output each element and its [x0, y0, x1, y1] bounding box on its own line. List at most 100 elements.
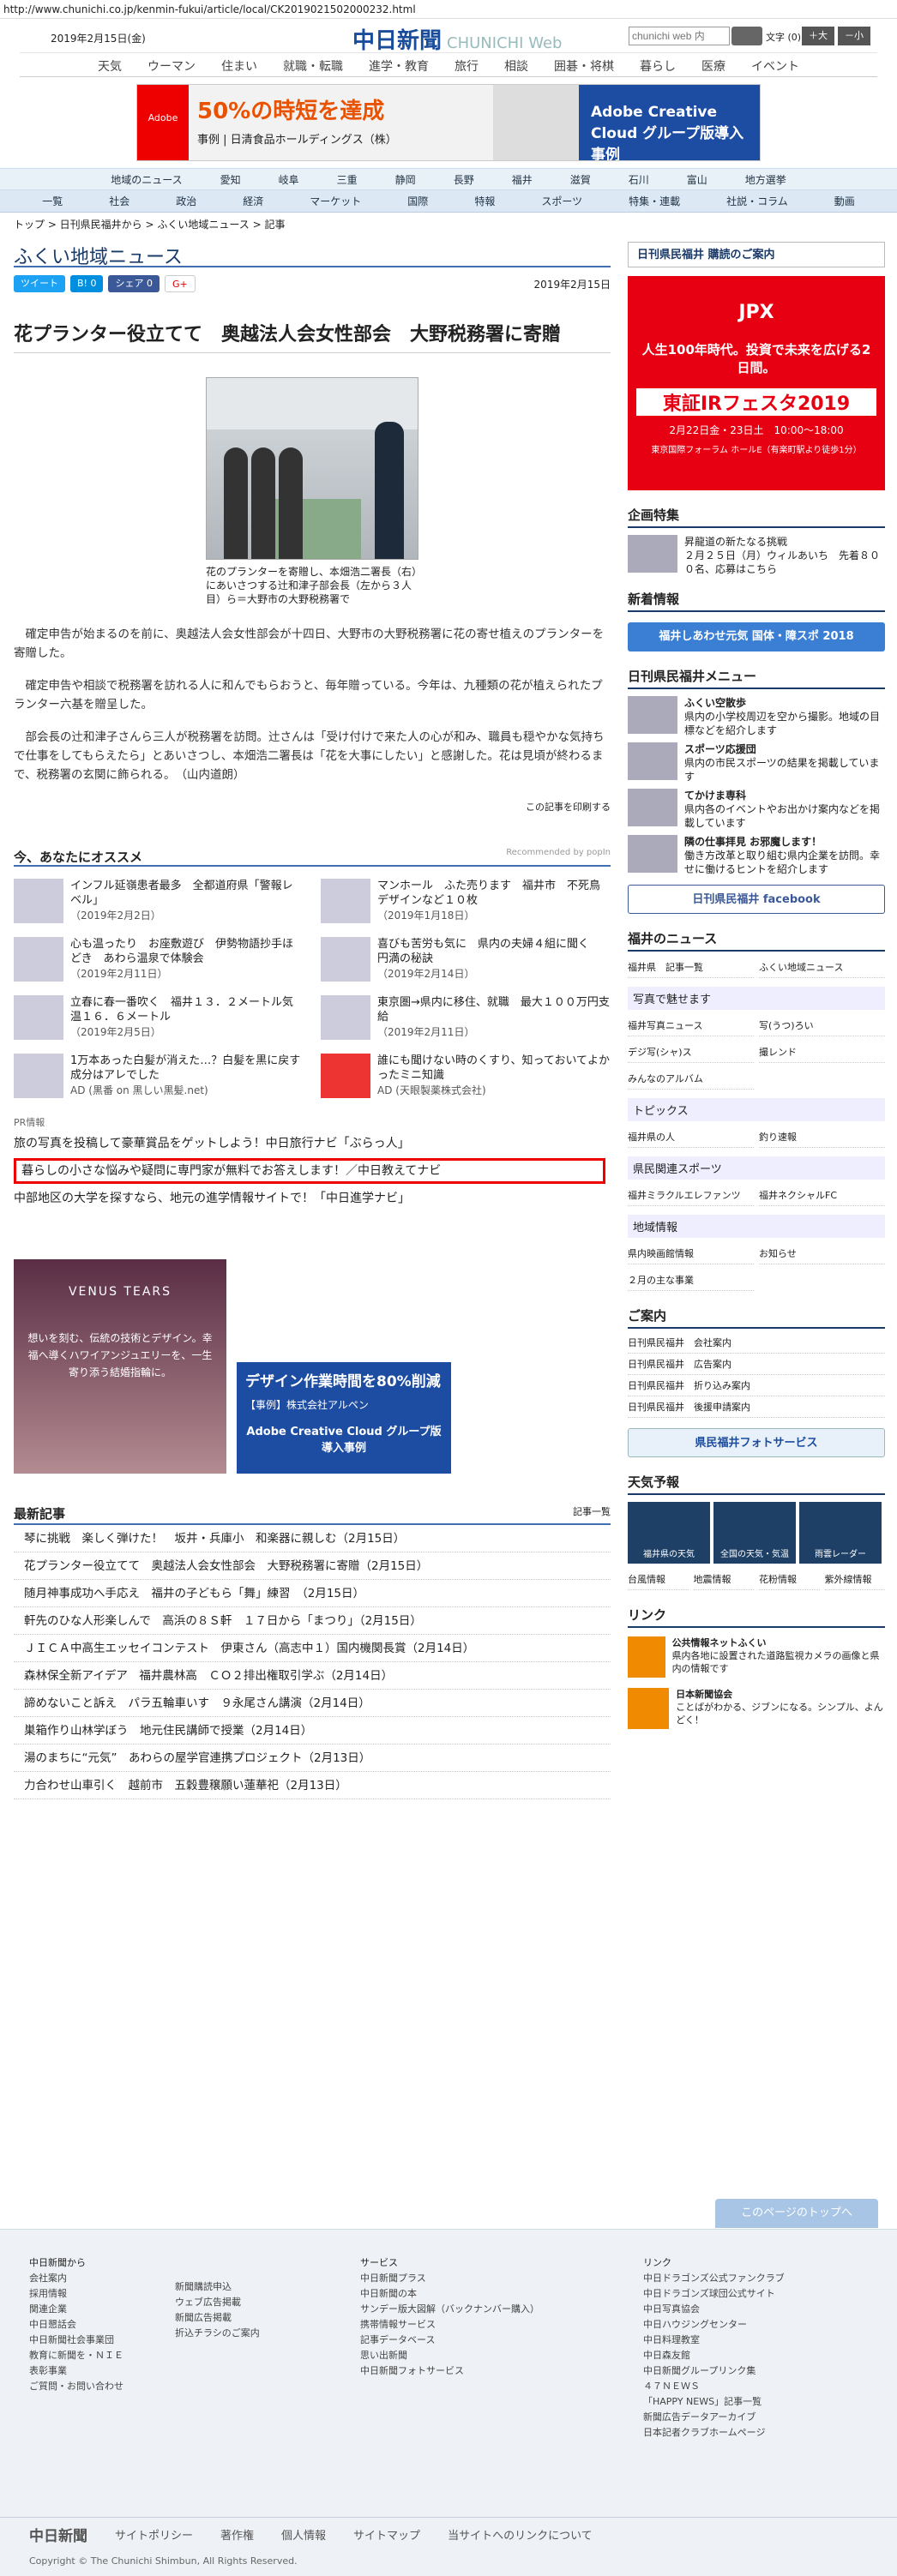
footer-link[interactable]: 中日新聞プラス [360, 2271, 539, 2286]
cat-nav-item[interactable]: 国際 [384, 190, 451, 212]
cat-nav-item[interactable]: 特報 [451, 190, 518, 212]
gnav-item[interactable]: 暮らし [627, 53, 689, 76]
area-nav-item[interactable]: 岐阜 [260, 169, 318, 189]
gnav-item[interactable]: 天気 [85, 53, 135, 76]
side-link[interactable]: 日刊県民福井 広告案内 [628, 1354, 885, 1375]
weather-link[interactable]: 紫外線情報 [824, 1569, 885, 1590]
cat-nav-item[interactable]: 経済 [220, 190, 286, 212]
font-bigger-button[interactable]: ＋大 [802, 27, 834, 45]
weather-link[interactable]: 花粉情報 [759, 1569, 820, 1590]
footer-link[interactable]: 中日新聞社会事業団 [29, 2333, 123, 2348]
menu-item[interactable]: ふくい空散歩 県内の小学校周辺を空から撮影。地域の目標などを紹介します [628, 696, 885, 736]
side-link[interactable]: 県内映画館情報 [628, 1243, 754, 1264]
recommend-item[interactable]: マンホール ふた売ります 福井市 不死鳥デザインなど１０枚 （2019年1月18日… [321, 879, 611, 923]
recommend-item[interactable]: 東京圏→県内に移住、就職 最大１００万円支給 （2019年2月11日） [321, 995, 611, 1040]
footer-link[interactable]: 日本記者クラブホームページ [643, 2425, 785, 2441]
cat-nav-item[interactable]: 一覧 [19, 190, 86, 212]
menu-item[interactable]: てかけま専科 県内各のイベントやお出かけ案内などを掲載しています [628, 789, 885, 829]
side-link[interactable]: 日刊県民福井 後援申請案内 [628, 1396, 885, 1418]
side-link[interactable]: ２月の主な事業 [628, 1270, 754, 1291]
area-nav-item[interactable]: 滋賀 [551, 169, 610, 189]
footer-link[interactable]: 中日ハウジングセンター [643, 2317, 785, 2333]
cat-nav-item[interactable]: スポーツ [518, 190, 605, 212]
footer-link[interactable]: 新聞広告掲載 [175, 2310, 260, 2326]
footer-bar-link[interactable]: 当サイトへのリンクについて [448, 2526, 593, 2543]
side-link[interactable]: 福井県の人 [628, 1126, 754, 1148]
latest-news-item[interactable]: 随月神事成功へ手応え 福井の子どもら「舞」練習 （2月15日） [14, 1580, 611, 1607]
footer-link[interactable]: 中日ドラゴンズ公式ファンクラブ [643, 2271, 785, 2286]
breadcrumb[interactable]: トップ > 日刊県民福井から > ふくい地域ニュース > 記事 [14, 217, 285, 231]
latest-news-item[interactable]: 森林保全新アイデア 福井農林高 ＣＯ２排出権取引学ぶ（2月14日） [14, 1662, 611, 1690]
footer-link[interactable]: ウェブ広告掲載 [175, 2295, 260, 2310]
side-link[interactable]: 写(うつ)ろい [759, 1015, 885, 1036]
latest-news-item[interactable]: 諦めないこと訴え パラ五輪車いす ９永尾さん講演（2月14日） [14, 1690, 611, 1717]
area-nav-item[interactable]: 地域のニュース [92, 169, 201, 189]
latest-news-item[interactable]: 湯のまちに“元気” あわらの屋学官連携プロジェクト（2月13日） [14, 1744, 611, 1772]
pr-link[interactable]: 中部地区の大学を探すなら、地元の進学情報サイトで！「中日進学ナビ」 [14, 1189, 611, 1208]
footer-bar-link[interactable]: サイトマップ [353, 2526, 420, 2543]
footer-link[interactable]: 会社案内 [29, 2271, 123, 2286]
footer-link[interactable]: 新聞購読申込 [175, 2279, 260, 2295]
footer-logo[interactable]: 中日新聞 [29, 2524, 87, 2545]
recommend-item[interactable]: 誰にも聞けない時のくすり、知っておいてよかったミニ知識 AD (天眼製薬株式会社) [321, 1054, 611, 1098]
side-link[interactable]: 日刊県民福井 会社案内 [628, 1332, 885, 1354]
latest-more-link[interactable]: 記事一覧 [573, 1504, 611, 1523]
adobe-ad[interactable]: デザイン作業時間を80%削減 【事例】株式会社アルペン Adobe Creative… [237, 1259, 451, 1474]
footer-link[interactable]: 中日新聞フォトサービス [360, 2363, 539, 2379]
gnav-item[interactable]: 相談 [491, 53, 541, 76]
side-link[interactable]: ふくい地域ニュース [759, 957, 885, 978]
area-nav-item[interactable]: 富山 [668, 169, 726, 189]
font-smaller-button[interactable]: －小 [838, 27, 870, 45]
recommend-item[interactable]: 立春に春一番吹く 福井１３．２メートル気温１６．６メートル （2019年2月5日） [14, 995, 304, 1040]
area-nav-item[interactable]: 三重 [318, 169, 376, 189]
side-link[interactable]: 福井写真ニュース [628, 1015, 754, 1036]
site-logo[interactable]: 中日新聞 CHUNICHI Web [352, 23, 562, 55]
recommend-item[interactable]: インフル延嶺患者最多 全都道府県「警報レベル」 （2019年2月2日） [14, 879, 304, 923]
latest-news-item[interactable]: 軒先のひな人形楽しんで 高浜の８Ｓ軒 １７日から「まつり」（2月15日） [14, 1607, 611, 1635]
kokutai-banner[interactable]: 福井しあわせ元気 国体・障スポ 2018 [628, 622, 885, 652]
footer-link[interactable]: ４７ＮＥＷＳ [643, 2379, 785, 2394]
pr-link-highlighted[interactable]: 暮らしの小さな悩みや疑問に専門家が無料でお答えします！／中日教えてナビ [14, 1158, 605, 1184]
footer-link[interactable]: ご質問・お問い合わせ [29, 2379, 123, 2394]
area-nav-item[interactable]: 福井 [493, 169, 551, 189]
footer-link[interactable]: 中日森友館 [643, 2348, 785, 2363]
subscribe-banner[interactable]: 日刊県民福井 購読のご案内 [628, 242, 885, 267]
side-link[interactable]: お知らせ [759, 1243, 885, 1264]
footer-bar-link[interactable]: 個人情報 [281, 2526, 326, 2543]
footer-link[interactable]: 採用情報 [29, 2286, 123, 2302]
footer-link[interactable]: 中日ドラゴンズ球団公式サイト [643, 2286, 785, 2302]
side-link[interactable]: 福井ミラクルエレファンツ [628, 1185, 754, 1206]
footer-link[interactable]: 中日写真協会 [643, 2302, 785, 2317]
gnav-item[interactable]: ウーマン [135, 53, 208, 76]
facebook-share-button[interactable]: シェア 0 [108, 275, 160, 292]
gnav-item[interactable]: 進学・教育 [356, 53, 442, 76]
print-link[interactable]: この記事を印刷する [14, 800, 611, 814]
side-link[interactable]: 福井県 記事一覧 [628, 957, 754, 978]
footer-link[interactable]: 中日新聞グループリンク集 [643, 2363, 785, 2379]
weather-box[interactable]: 雨雲レーダー [799, 1502, 882, 1564]
footer-link[interactable]: 教育に新聞を・ＮＩＥ [29, 2348, 123, 2363]
kikaku-item[interactable]: 昇龍道の新たなる挑戦 ２月２５日（月）ウィルあいち 先着８００名、応募はこちら [628, 535, 885, 575]
footer-link[interactable]: 関連企業 [29, 2302, 123, 2317]
side-link[interactable]: 撮レンド [759, 1042, 885, 1063]
address-bar[interactable]: http://www.chunichi.co.jp/kenmin-fukui/a… [0, 0, 897, 19]
cat-nav-item[interactable]: 政治 [153, 190, 220, 212]
top-ad-banner[interactable]: Adobe 50%の時短を達成 事例 | 日清食品ホールディングス（株） Adob… [136, 84, 761, 161]
footer-link[interactable]: 携帯情報サービス [360, 2317, 539, 2333]
latest-news-item[interactable]: 花プランター役立てて 奥越法人会女性部会 大野税務署に寄贈（2月15日） [14, 1552, 611, 1580]
gnav-item[interactable]: イベント [738, 53, 812, 76]
cat-nav-item[interactable]: マーケット [286, 190, 384, 212]
footer-bar-link[interactable]: サイトポリシー [115, 2526, 193, 2543]
hatena-button[interactable]: B! 0 [70, 275, 104, 292]
cat-nav-item[interactable]: 社説・コラム [703, 190, 811, 212]
footer-link[interactable]: 中日新聞の本 [360, 2286, 539, 2302]
weather-box[interactable]: 全国の天気・気温 [713, 1502, 796, 1564]
footer-link[interactable]: 中日料理教室 [643, 2333, 785, 2348]
search-input[interactable] [629, 27, 730, 45]
recommend-item[interactable]: 喜びも苦労も気に 県内の夫婦４組に聞く 円満の秘訣 （2019年2月14日） [321, 937, 611, 982]
recommend-item[interactable]: 心も温ったり お座敷遊び 伊勢物語抄手ほどき あわら温泉で体験会 （2019年2月… [14, 937, 304, 982]
cat-nav-item[interactable]: 社会 [86, 190, 153, 212]
side-link[interactable]: 釣り速報 [759, 1126, 885, 1148]
jpx-ad[interactable]: JPX 人生100年時代。投資で未来を広げる2日間。 東証IRフェスタ2019 … [628, 276, 885, 490]
facebook-link[interactable]: 日刊県民福井 facebook [628, 885, 885, 914]
